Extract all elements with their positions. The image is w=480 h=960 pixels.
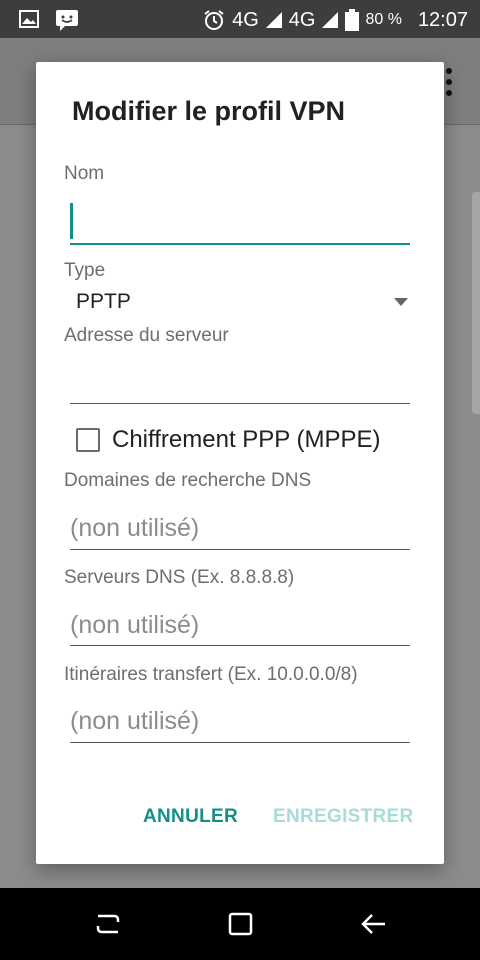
home-icon[interactable]: [227, 910, 255, 938]
text-cursor: [70, 203, 73, 239]
routes-label: Itinéraires transfert (Ex. 10.0.0.0/8): [64, 664, 358, 685]
routes-input[interactable]: (non utilisé): [70, 707, 199, 736]
type-value: PPTP: [76, 290, 131, 313]
message-icon: [56, 10, 78, 31]
clock: 12:07: [417, 8, 468, 31]
navigation-bar: [0, 888, 480, 960]
recent-apps-icon[interactable]: [94, 910, 122, 938]
type-label: Type: [64, 260, 106, 281]
dialog-title: Modifier le profil VPN: [72, 96, 346, 126]
name-input[interactable]: [70, 196, 410, 246]
network-type-1: 4G: [232, 8, 259, 31]
cancel-button[interactable]: ANNULER: [143, 806, 238, 828]
alarm-icon: [204, 10, 224, 30]
signal-icon: [322, 12, 339, 28]
server-input[interactable]: [70, 358, 410, 402]
dns-servers-underline: [70, 645, 410, 646]
status-bar: 4G 4G 80 % 12:07: [0, 0, 480, 38]
dns-servers-label: Serveurs DNS (Ex. 8.8.8.8): [64, 567, 295, 588]
network-type-2: 4G: [288, 8, 316, 31]
image-icon: [19, 10, 39, 28]
server-underline: [70, 403, 410, 404]
dns-search-input[interactable]: (non utilisé): [70, 514, 199, 543]
battery-percent: 80 %: [365, 11, 402, 28]
battery-icon: [345, 9, 360, 31]
overflow-menu-icon: [446, 68, 452, 101]
dns-servers-input[interactable]: (non utilisé): [70, 611, 199, 640]
edit-vpn-dialog: Modifier le profil VPN Nom Type PPTP Adr…: [36, 62, 444, 864]
name-underline: [70, 243, 410, 245]
dropdown-arrow-icon: [394, 298, 408, 306]
save-button[interactable]: ENREGISTRER: [273, 806, 414, 828]
server-label: Adresse du serveur: [64, 325, 229, 346]
back-icon[interactable]: [360, 910, 388, 938]
scroll-handle: [472, 192, 480, 414]
encryption-checkbox[interactable]: [76, 428, 100, 452]
system-status: 4G 4G 80 % 12:07: [202, 8, 468, 32]
notification-icons: [18, 8, 80, 32]
dns-search-label: Domaines de recherche DNS: [64, 470, 312, 491]
dns-search-underline: [70, 549, 410, 550]
signal-icon: [265, 12, 282, 28]
name-label: Nom: [64, 163, 105, 184]
routes-underline: [70, 742, 410, 743]
encryption-label[interactable]: Chiffrement PPP (MPPE): [112, 426, 381, 454]
